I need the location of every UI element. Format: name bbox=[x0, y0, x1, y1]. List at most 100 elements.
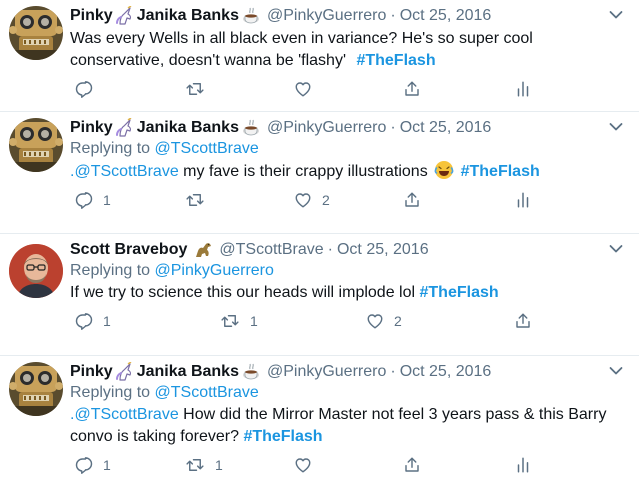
tweet-date[interactable]: Oct 25, 2016 bbox=[400, 6, 492, 26]
hashtag-link[interactable]: #TheFlash bbox=[461, 163, 540, 180]
tweet-actions: 1 1 bbox=[70, 448, 629, 482]
reply-count: 1 bbox=[103, 457, 111, 473]
reply-count: 1 bbox=[103, 192, 111, 208]
unicorn-icon bbox=[115, 6, 135, 26]
hashtag-link[interactable]: #TheFlash bbox=[356, 52, 435, 69]
retweet-button[interactable] bbox=[185, 80, 205, 98]
tweet-text: .@TScottBrave my fave is their crappy il… bbox=[70, 160, 629, 183]
avatar[interactable] bbox=[9, 118, 63, 172]
user-handle[interactable]: @TScottBrave bbox=[219, 240, 323, 260]
replying-to-link[interactable]: @TScottBrave bbox=[155, 140, 259, 157]
like-button[interactable] bbox=[294, 456, 312, 474]
reply-button[interactable]: 1 bbox=[75, 456, 111, 474]
reply-button[interactable]: 1 bbox=[75, 191, 111, 209]
tweet[interactable]: Pinky Janika Banks @PinkyGuerrero · Oct … bbox=[0, 356, 639, 502]
replying-label: Replying to bbox=[70, 384, 151, 401]
coffee-icon bbox=[241, 362, 261, 382]
reply-button[interactable] bbox=[75, 80, 93, 98]
more-icon[interactable] bbox=[609, 10, 623, 20]
replying-to-link[interactable]: @TScottBrave bbox=[155, 384, 259, 401]
display-name[interactable]: Scott Braveboy bbox=[70, 240, 187, 260]
tweet[interactable]: Pinky Janika Banks @PinkyGuerrero · Oct … bbox=[0, 0, 639, 112]
avatar[interactable] bbox=[9, 362, 63, 416]
retweet-icon bbox=[220, 312, 240, 330]
display-name[interactable]: Pinky bbox=[70, 362, 113, 382]
tweet-date[interactable]: Oct 25, 2016 bbox=[400, 362, 492, 382]
separator-dot: · bbox=[390, 7, 396, 24]
analytics-button[interactable] bbox=[514, 80, 532, 98]
replying-to: Replying to @TScottBrave bbox=[70, 138, 629, 160]
reply-button[interactable]: 1 bbox=[75, 312, 111, 330]
more-icon[interactable] bbox=[609, 366, 623, 376]
tweet-body: Was every Wells in all black even in var… bbox=[70, 30, 533, 69]
more-icon[interactable] bbox=[609, 244, 623, 254]
tweet-body-line1: How did the Mirror Master not feel 3 yea… bbox=[183, 406, 607, 423]
like-count: 2 bbox=[322, 192, 330, 208]
avatar[interactable] bbox=[9, 244, 63, 298]
analytics-icon bbox=[514, 191, 532, 209]
like-icon bbox=[294, 80, 312, 98]
replying-to-link[interactable]: @PinkyGuerrero bbox=[155, 262, 274, 279]
retweet-icon bbox=[185, 80, 205, 98]
like-count: 2 bbox=[394, 313, 402, 329]
unicorn-icon bbox=[115, 362, 135, 382]
like-icon bbox=[294, 191, 312, 209]
display-name[interactable]: Pinky bbox=[70, 118, 113, 138]
mention-link[interactable]: .@TScottBrave bbox=[70, 163, 179, 180]
analytics-icon bbox=[514, 80, 532, 98]
share-button[interactable] bbox=[403, 191, 421, 209]
reply-icon bbox=[75, 312, 93, 330]
separator-dot: · bbox=[390, 119, 396, 136]
reply-count: 1 bbox=[103, 313, 111, 329]
hashtag-link[interactable]: #TheFlash bbox=[420, 284, 499, 301]
retweet-count: 1 bbox=[250, 313, 258, 329]
analytics-button[interactable] bbox=[514, 191, 532, 209]
laughing-emoji-icon bbox=[434, 160, 454, 180]
avatar[interactable] bbox=[9, 6, 63, 60]
like-button[interactable] bbox=[294, 80, 312, 98]
display-name-part[interactable]: Janika Banks bbox=[137, 118, 239, 138]
share-icon bbox=[403, 80, 421, 98]
retweet-button[interactable] bbox=[185, 191, 205, 209]
dinosaur-icon bbox=[193, 240, 213, 260]
tweet-actions: 1 1 2 bbox=[70, 304, 629, 338]
tweet-actions: 1 2 bbox=[70, 183, 629, 217]
tweet-text-continued: convo is taking forever? #TheFlash bbox=[70, 426, 629, 448]
share-button[interactable] bbox=[514, 312, 532, 330]
retweet-button[interactable]: 1 bbox=[185, 456, 223, 474]
tweet-date[interactable]: Oct 25, 2016 bbox=[400, 118, 492, 138]
user-handle[interactable]: @PinkyGuerrero bbox=[267, 6, 386, 26]
tweet[interactable]: Pinky Janika Banks @PinkyGuerrero · Oct … bbox=[0, 112, 639, 234]
analytics-icon bbox=[514, 456, 532, 474]
like-button[interactable]: 2 bbox=[366, 312, 402, 330]
analytics-button[interactable] bbox=[514, 456, 532, 474]
share-icon bbox=[403, 456, 421, 474]
display-name-part[interactable]: Janika Banks bbox=[137, 362, 239, 382]
coffee-icon bbox=[241, 118, 261, 138]
hashtag-link[interactable]: #TheFlash bbox=[243, 428, 322, 445]
display-name[interactable]: Pinky bbox=[70, 6, 113, 26]
tweet-date[interactable]: Oct 25, 2016 bbox=[337, 240, 429, 260]
like-button[interactable]: 2 bbox=[294, 191, 330, 209]
more-icon[interactable] bbox=[609, 122, 623, 132]
tweet[interactable]: Scott Braveboy @TScottBrave · Oct 25, 20… bbox=[0, 234, 639, 356]
mention-link[interactable]: .@TScottBrave bbox=[70, 406, 179, 423]
retweet-button[interactable]: 1 bbox=[220, 312, 258, 330]
user-handle[interactable]: @PinkyGuerrero bbox=[267, 118, 386, 138]
tweet-text: Was every Wells in all black even in var… bbox=[70, 28, 590, 72]
tweet-body: my fave is their crappy illustrations bbox=[183, 163, 428, 180]
retweet-icon bbox=[185, 191, 205, 209]
share-icon bbox=[514, 312, 532, 330]
tweet-text: .@TScottBrave How did the Mirror Master … bbox=[70, 404, 629, 426]
reply-icon bbox=[75, 80, 93, 98]
share-icon bbox=[403, 191, 421, 209]
share-button[interactable] bbox=[403, 456, 421, 474]
unicorn-icon bbox=[115, 118, 135, 138]
retweet-count: 1 bbox=[215, 457, 223, 473]
tweet-header: Pinky Janika Banks @PinkyGuerrero · Oct … bbox=[70, 6, 629, 26]
share-button[interactable] bbox=[403, 80, 421, 98]
display-name-part[interactable]: Janika Banks bbox=[137, 6, 239, 26]
user-handle[interactable]: @PinkyGuerrero bbox=[267, 362, 386, 382]
tweet-body-line2: convo is taking forever? bbox=[70, 428, 239, 445]
replying-to: Replying to @PinkyGuerrero bbox=[70, 260, 629, 282]
